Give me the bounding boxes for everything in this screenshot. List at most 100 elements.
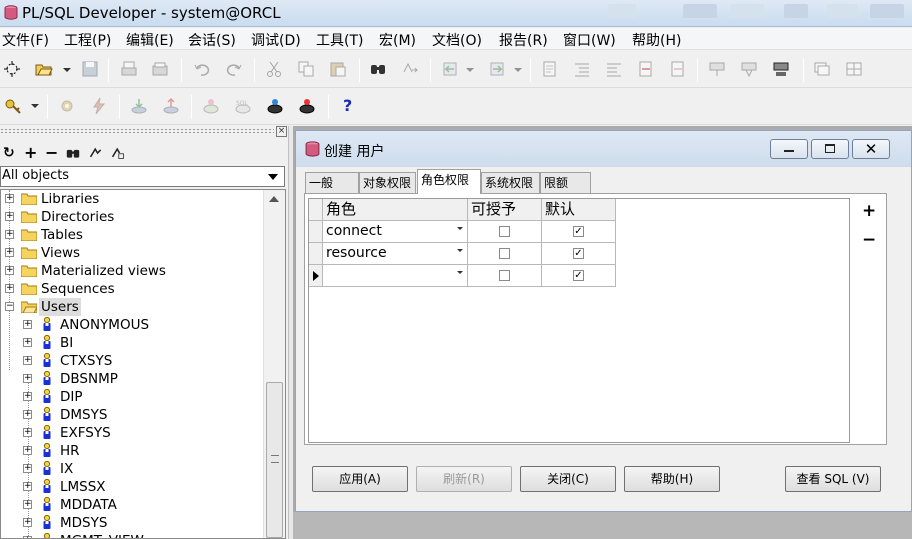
tree-node-user[interactable]: + HR [1,442,263,460]
tab-role-privileges[interactable]: 角色权限 [417,169,481,194]
tree-node-user[interactable]: + MDDATA [1,496,263,514]
menu-tools[interactable]: 工具(T) [316,30,363,50]
tree-node-libraries[interactable]: + Libraries [1,190,263,208]
tree-node-directories[interactable]: + Directories [1,208,263,226]
find-icon[interactable] [369,60,387,78]
expand-icon[interactable]: + [5,248,14,257]
tree-node-user[interactable]: + DMSYS [1,406,263,424]
object-filter-select[interactable]: All objects [0,166,285,187]
minimize-button[interactable] [770,139,808,159]
scrollbar-thumb[interactable] [266,382,283,538]
expand-icon[interactable]: + [23,464,32,473]
chevron-down-icon[interactable] [268,174,278,180]
tree-node-user[interactable]: + ANONYMOUS [1,316,263,334]
key-login-icon[interactable] [4,97,22,115]
menu-help[interactable]: 帮助(H) [632,30,681,50]
new-icon[interactable] [3,60,21,78]
tree-node-user[interactable]: + BI [1,334,263,352]
connect-db-icon[interactable] [266,97,284,115]
find-icon[interactable] [66,144,80,162]
tree-node-user[interactable]: + MDSYS [1,514,263,532]
chevron-down-icon[interactable] [63,68,71,72]
apply-button[interactable]: 应用(A) [312,466,408,492]
tree-node-user[interactable]: +MGMT_VIEW [1,532,263,538]
expand-icon[interactable]: + [5,212,14,221]
edit-filter-icon[interactable] [111,144,125,162]
expand-icon[interactable]: + [5,284,14,293]
expand-icon[interactable]: + [23,500,32,509]
expand-icon[interactable]: + [5,230,14,239]
add-row-button[interactable]: + [862,201,876,221]
default-checkbox[interactable]: ✓ [573,270,584,281]
expand-icon[interactable]: + [23,428,32,437]
tree-node-user[interactable]: + DIP [1,388,263,406]
row-indicator[interactable] [309,243,323,265]
tree-node-users[interactable]: − Users [1,298,263,316]
expand-icon[interactable]: + [23,374,32,383]
close-button[interactable]: ✕ [852,139,890,159]
restore-button[interactable] [811,139,849,159]
tree-node-user[interactable]: + CTXSYS [1,352,263,370]
add-icon[interactable]: + [24,144,42,162]
menu-debug[interactable]: 调试(D) [251,30,301,50]
tree-scrollbar[interactable] [263,190,285,538]
expand-icon[interactable]: + [5,194,14,203]
scroll-up-arrow-icon[interactable] [269,196,279,202]
tab-quotas[interactable]: 限额 [540,172,591,193]
menu-report[interactable]: 报告(R) [499,30,548,50]
chevron-down-icon[interactable] [457,227,463,230]
role-cell[interactable] [323,265,468,287]
tree-node-sequences[interactable]: + Sequences [1,280,263,298]
tree-node-user[interactable]: + IX [1,460,263,478]
compile-icon[interactable] [772,60,790,78]
row-indicator[interactable] [309,265,323,287]
tree-node-user[interactable]: + LMSSX [1,478,263,496]
collapse-icon[interactable]: − [5,302,14,311]
view-sql-button[interactable]: 查看 SQL (V) [785,466,881,492]
remove-icon[interactable]: − [45,144,63,162]
expand-icon[interactable]: + [23,410,32,419]
expand-icon[interactable]: + [23,392,32,401]
chevron-down-icon[interactable] [457,271,463,274]
tree-node-tables[interactable]: + Tables [1,226,263,244]
role-cell[interactable]: connect [323,221,468,243]
default-checkbox[interactable]: ✓ [573,226,584,237]
panel-grip[interactable] [0,128,274,135]
tree-node-materialized-views[interactable]: + Materialized views [1,262,263,280]
help-question-icon[interactable]: ? [343,96,352,115]
menu-file[interactable]: 文件(F) [2,30,49,50]
row-indicator[interactable] [309,221,323,243]
column-header-default[interactable]: 默认 [542,199,616,221]
close-dialog-button[interactable]: 关闭(C) [520,466,616,492]
expand-icon[interactable]: + [23,338,32,347]
tree-node-user[interactable]: + EXFSYS [1,424,263,442]
menu-window[interactable]: 窗口(W) [563,30,616,50]
window-titlebar[interactable]: 创建 用户 ✕ [296,131,911,167]
expand-icon[interactable]: + [23,356,32,365]
chevron-down-icon[interactable] [457,249,463,252]
column-header-grantable[interactable]: 可授予 [468,199,542,221]
expand-icon[interactable]: + [23,320,32,329]
disconnect-db-icon[interactable] [298,97,316,115]
expand-icon[interactable]: + [23,446,32,455]
tab-general[interactable]: 一般 [305,172,359,193]
chevron-down-icon[interactable] [31,104,39,108]
menu-project[interactable]: 工程(P) [64,30,111,50]
close-icon[interactable]: × [276,126,287,137]
expand-icon[interactable]: + [5,266,14,275]
open-folder-icon[interactable] [35,60,53,78]
column-header-role[interactable]: 角色 [323,199,468,221]
tab-system-privileges[interactable]: 系统权限 [481,172,540,193]
expand-icon[interactable]: + [23,518,32,527]
grantable-checkbox[interactable] [499,226,510,237]
expand-icon[interactable]: + [23,482,32,491]
filter-icon[interactable] [89,144,103,162]
refresh-icon[interactable]: ↻ [3,144,21,162]
role-cell[interactable]: resource [323,243,468,265]
menu-document[interactable]: 文档(O) [432,30,482,50]
tab-object-privileges[interactable]: 对象权限 [359,172,416,193]
tree-node-user[interactable]: + DBSNMP [1,370,263,388]
menu-session[interactable]: 会话(S) [188,30,236,50]
menu-edit[interactable]: 编辑(E) [126,30,174,50]
menu-macro[interactable]: 宏(M) [379,30,416,50]
